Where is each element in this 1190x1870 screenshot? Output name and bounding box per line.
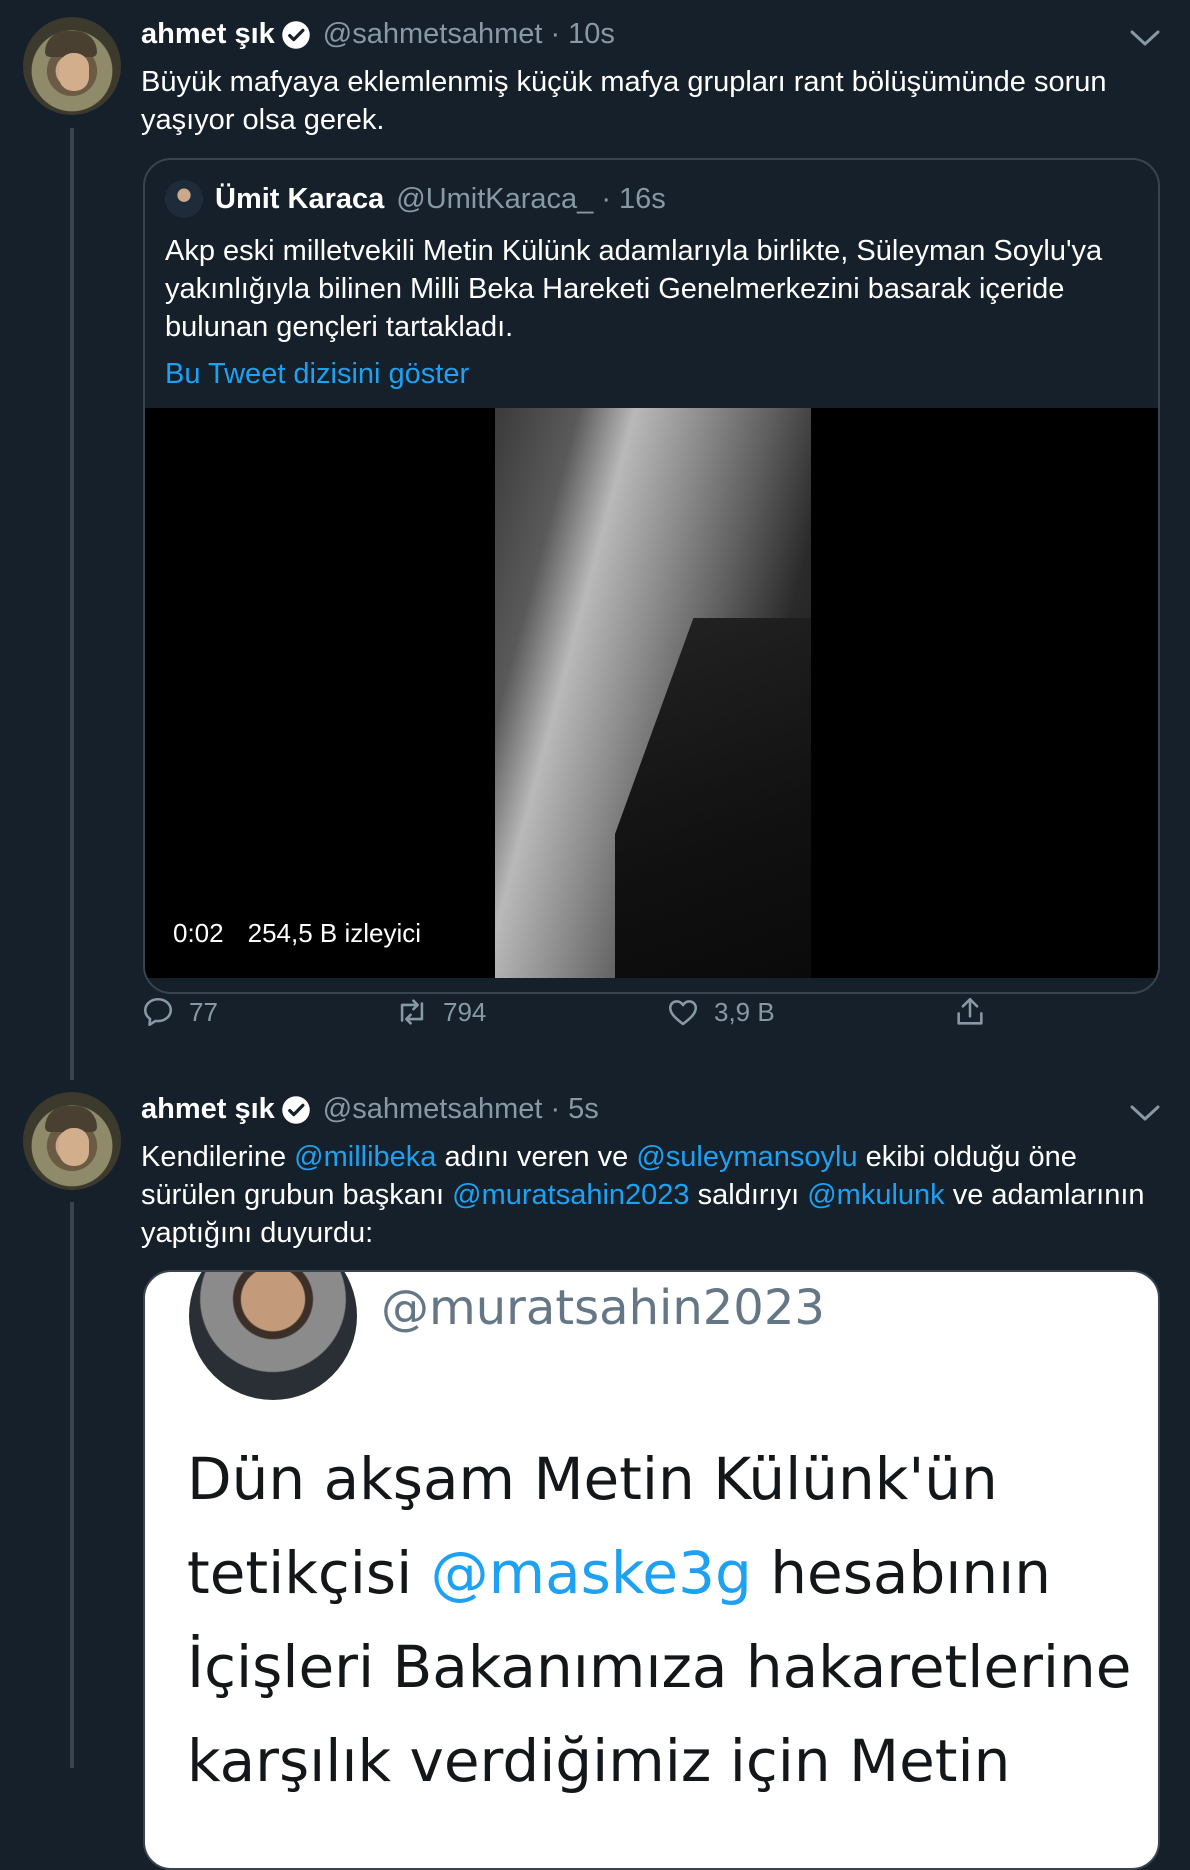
reply-count: 77 — [189, 996, 218, 1027]
tweet-image[interactable]: @muratsahin2023 Dün akşam Metin Külünk'ü… — [143, 1270, 1160, 1870]
show-thread-link[interactable]: Bu Tweet dizisini göster — [165, 358, 469, 391]
reply-button[interactable]: 77 — [141, 995, 218, 1029]
video-views: 254,5 B izleyici — [247, 918, 422, 948]
retweet-icon — [400, 999, 424, 1025]
share-button[interactable] — [953, 995, 1001, 1029]
tweet-header: ahmet şık @sahmetsahmet · 5s — [141, 1093, 599, 1126]
like-count: 3,9 B — [714, 996, 775, 1027]
video-duration: 0:02 — [173, 918, 224, 948]
video-overlay: 0:02 254,5 B izleyici — [173, 918, 421, 949]
quoted-tweet-header: Ümit Karaca @UmitKaraca_ · 16s — [165, 180, 666, 218]
retweet-button[interactable]: 794 — [395, 995, 486, 1029]
mention-link[interactable]: @mkulunk — [807, 1179, 944, 1211]
quoted-author-handle: @UmitKaraca_ — [396, 182, 594, 215]
reply-icon — [143, 997, 173, 1027]
timestamp[interactable]: 10s — [568, 18, 615, 51]
like-button[interactable]: 3,9 B — [666, 995, 775, 1029]
tweet-text: Kendilerine @millibeka adını veren ve @s… — [141, 1138, 1151, 1252]
heart-icon — [668, 1000, 698, 1026]
timestamp[interactable]: 5s — [568, 1093, 599, 1126]
mention-link[interactable]: @suleymansoylu — [636, 1141, 857, 1173]
verified-badge-icon — [282, 20, 310, 49]
share-icon — [957, 997, 983, 1025]
quoted-timestamp: 16s — [618, 182, 666, 215]
tweet[interactable]: ahmet şık @sahmetsahmet · 10s Büyük mafy… — [0, 0, 1190, 1080]
avatar[interactable] — [23, 1092, 121, 1190]
separator-dot: · — [601, 182, 611, 215]
tweet-header: ahmet şık @sahmetsahmet · 10s — [141, 18, 615, 51]
text-fragment: Kendilerine — [141, 1141, 295, 1173]
mention-link[interactable]: @millibeka — [294, 1141, 436, 1173]
author-handle[interactable]: @sahmetsahmet — [323, 18, 543, 51]
video-player[interactable]: 0:02 254,5 B izleyici — [145, 408, 1158, 978]
separator-dot: · — [550, 1093, 561, 1125]
text-fragment: adını veren ve — [436, 1141, 637, 1173]
image-text: Dün akşam Metin Külünk'ün tetikçisi @mas… — [187, 1432, 1147, 1808]
quoted-avatar — [165, 180, 203, 218]
chevron-down-icon[interactable] — [1128, 28, 1162, 48]
retweet-count: 794 — [443, 996, 487, 1027]
quoted-tweet-text: Akp eski milletvekili Metin Külünk adaml… — [165, 235, 1103, 343]
image-handle: @muratsahin2023 — [381, 1280, 825, 1336]
quoted-tweet[interactable]: Ümit Karaca @UmitKaraca_ · 16s Akp eski … — [143, 158, 1160, 994]
tweet-text: Büyük mafyaya eklemlenmiş küçük mafya gr… — [141, 66, 1107, 136]
author-name[interactable]: ahmet şık — [141, 1093, 275, 1126]
avatar[interactable] — [23, 17, 121, 115]
verified-badge-icon — [282, 1095, 310, 1124]
chevron-down-icon[interactable] — [1128, 1103, 1162, 1123]
mention-link[interactable]: @muratsahin2023 — [452, 1179, 689, 1211]
image-mention: @maske3g — [430, 1539, 752, 1607]
separator-dot: · — [550, 18, 561, 50]
text-fragment: saldırıyı — [689, 1179, 808, 1211]
author-handle[interactable]: @sahmetsahmet — [323, 1093, 543, 1126]
image-avatar — [189, 1272, 357, 1400]
quoted-author-name: Ümit Karaca — [215, 182, 385, 215]
tweet[interactable]: ahmet şık @sahmetsahmet · 5s Kendilerine… — [0, 1090, 1190, 1870]
author-name[interactable]: ahmet şık — [141, 18, 275, 51]
